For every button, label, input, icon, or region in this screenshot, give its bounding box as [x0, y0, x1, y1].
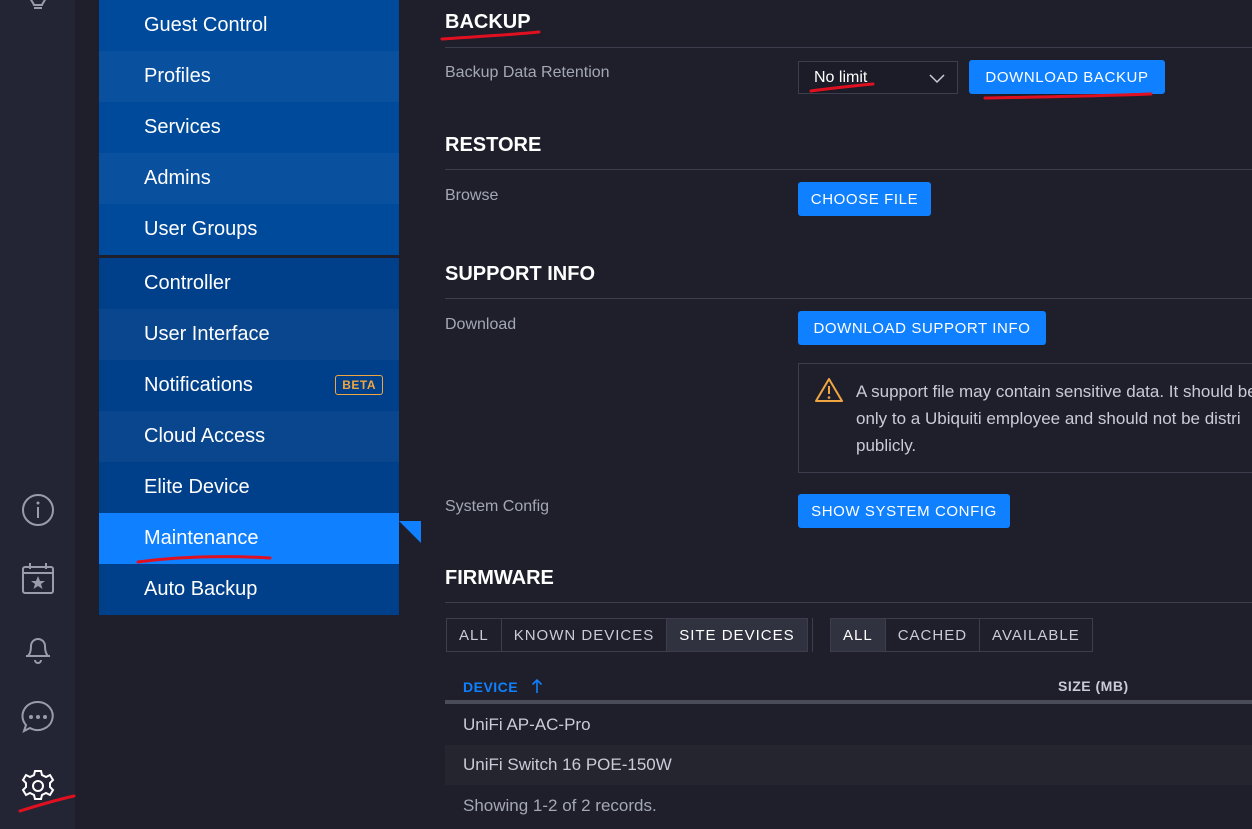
restore-title: RESTORE: [445, 134, 542, 156]
nav-label: User Groups: [144, 218, 258, 240]
device-scope-filter: ALL KNOWN DEVICES SITE DEVICES: [446, 618, 808, 652]
firmware-status-filter: ALL CACHED AVAILABLE: [830, 618, 1093, 652]
nav-item-services[interactable]: Services: [99, 102, 399, 153]
download-label: Download: [445, 316, 517, 333]
chat-icon[interactable]: [20, 699, 56, 735]
column-header-size[interactable]: SIZE (MB): [1058, 678, 1129, 694]
backup-retention-label: Backup Data Retention: [445, 64, 610, 81]
show-system-config-button[interactable]: SHOW SYSTEM CONFIG: [798, 494, 1010, 528]
nav-label: Controller: [144, 272, 231, 294]
filter-cached[interactable]: CACHED: [886, 619, 981, 651]
calendar-star-icon[interactable]: [20, 560, 56, 596]
nav-group-system: Controller User Interface Notifications B…: [99, 258, 399, 615]
filter-available[interactable]: AVAILABLE: [980, 619, 1092, 651]
nav-label: Elite Device: [144, 476, 250, 498]
filter-site-devices[interactable]: SITE DEVICES: [667, 619, 807, 651]
divider: [445, 169, 1252, 170]
download-support-info-button[interactable]: DOWNLOAD SUPPORT INFO: [798, 311, 1046, 345]
settings-nav: Guest Control Profiles Services Admins U…: [99, 0, 399, 615]
active-indicator: [399, 521, 421, 543]
nav-item-notifications[interactable]: Notifications BETA: [99, 360, 399, 411]
nav-item-user-interface[interactable]: User Interface: [99, 309, 399, 360]
nav-item-maintenance[interactable]: Maintenance: [99, 513, 399, 564]
divider: [445, 47, 1252, 48]
device-name: UniFi AP-AC-Pro: [463, 715, 591, 734]
lightbulb-icon[interactable]: [20, 0, 56, 22]
system-config-label: System Config: [445, 498, 550, 515]
nav-item-user-groups[interactable]: User Groups: [99, 204, 399, 255]
nav-item-profiles[interactable]: Profiles: [99, 51, 399, 102]
nav-item-admins[interactable]: Admins: [99, 153, 399, 204]
info-icon[interactable]: [20, 492, 56, 528]
divider: [445, 298, 1252, 299]
nav-group-site: Guest Control Profiles Services Admins U…: [99, 0, 399, 255]
support-info-title: SUPPORT INFO: [445, 263, 596, 285]
nav-label: Admins: [144, 167, 211, 189]
filter-all-firmware[interactable]: ALL: [831, 619, 886, 651]
table-row[interactable]: UniFi Switch 16 POE-150W: [445, 745, 1252, 785]
nav-item-guest-control[interactable]: Guest Control: [99, 0, 399, 51]
divider: [445, 602, 1252, 603]
download-backup-button[interactable]: DOWNLOAD BACKUP: [969, 60, 1165, 94]
icon-rail: [0, 0, 76, 829]
nav-label: Guest Control: [144, 14, 268, 36]
nav-label: Maintenance: [144, 527, 259, 549]
gear-icon[interactable]: [20, 768, 56, 804]
records-summary: Showing 1-2 of 2 records.: [463, 796, 657, 815]
chevron-down-icon: [929, 74, 945, 84]
nav-label: Auto Backup: [144, 578, 258, 600]
firmware-title: FIRMWARE: [445, 567, 554, 589]
nav-label: Cloud Access: [144, 425, 266, 447]
filter-all-devices[interactable]: ALL: [447, 619, 502, 651]
arrow-up-icon: [531, 678, 542, 693]
sensitive-data-warning: A support file may contain sensitive dat…: [798, 363, 1252, 473]
warning-icon: [815, 378, 843, 402]
device-name: UniFi Switch 16 POE-150W: [463, 755, 672, 774]
nav-label: Notifications: [144, 374, 253, 396]
bell-icon[interactable]: [20, 630, 56, 666]
retention-value: No limit: [814, 68, 868, 86]
browse-label: Browse: [445, 187, 499, 204]
warning-text: A support file may contain sensitive dat…: [856, 382, 1252, 455]
nav-label: Services: [144, 116, 221, 138]
nav-item-auto-backup[interactable]: Auto Backup: [99, 564, 399, 615]
nav-label: Profiles: [144, 65, 211, 87]
table-header-border: [445, 700, 1252, 704]
filter-known-devices[interactable]: KNOWN DEVICES: [502, 619, 668, 651]
nav-item-controller[interactable]: Controller: [99, 258, 399, 309]
filter-divider: [812, 618, 813, 652]
column-header-device[interactable]: DEVICE: [463, 678, 543, 695]
nav-label: User Interface: [144, 323, 270, 345]
backup-title: BACKUP: [445, 11, 531, 33]
choose-file-button[interactable]: CHOOSE FILE: [798, 182, 931, 216]
nav-item-elite-device[interactable]: Elite Device: [99, 462, 399, 513]
column-label-device: DEVICE: [463, 679, 519, 695]
backup-retention-select[interactable]: No limit: [798, 61, 958, 94]
table-row[interactable]: UniFi AP-AC-Pro: [445, 705, 1252, 745]
nav-item-cloud-access[interactable]: Cloud Access: [99, 411, 399, 462]
beta-badge: BETA: [335, 375, 383, 395]
